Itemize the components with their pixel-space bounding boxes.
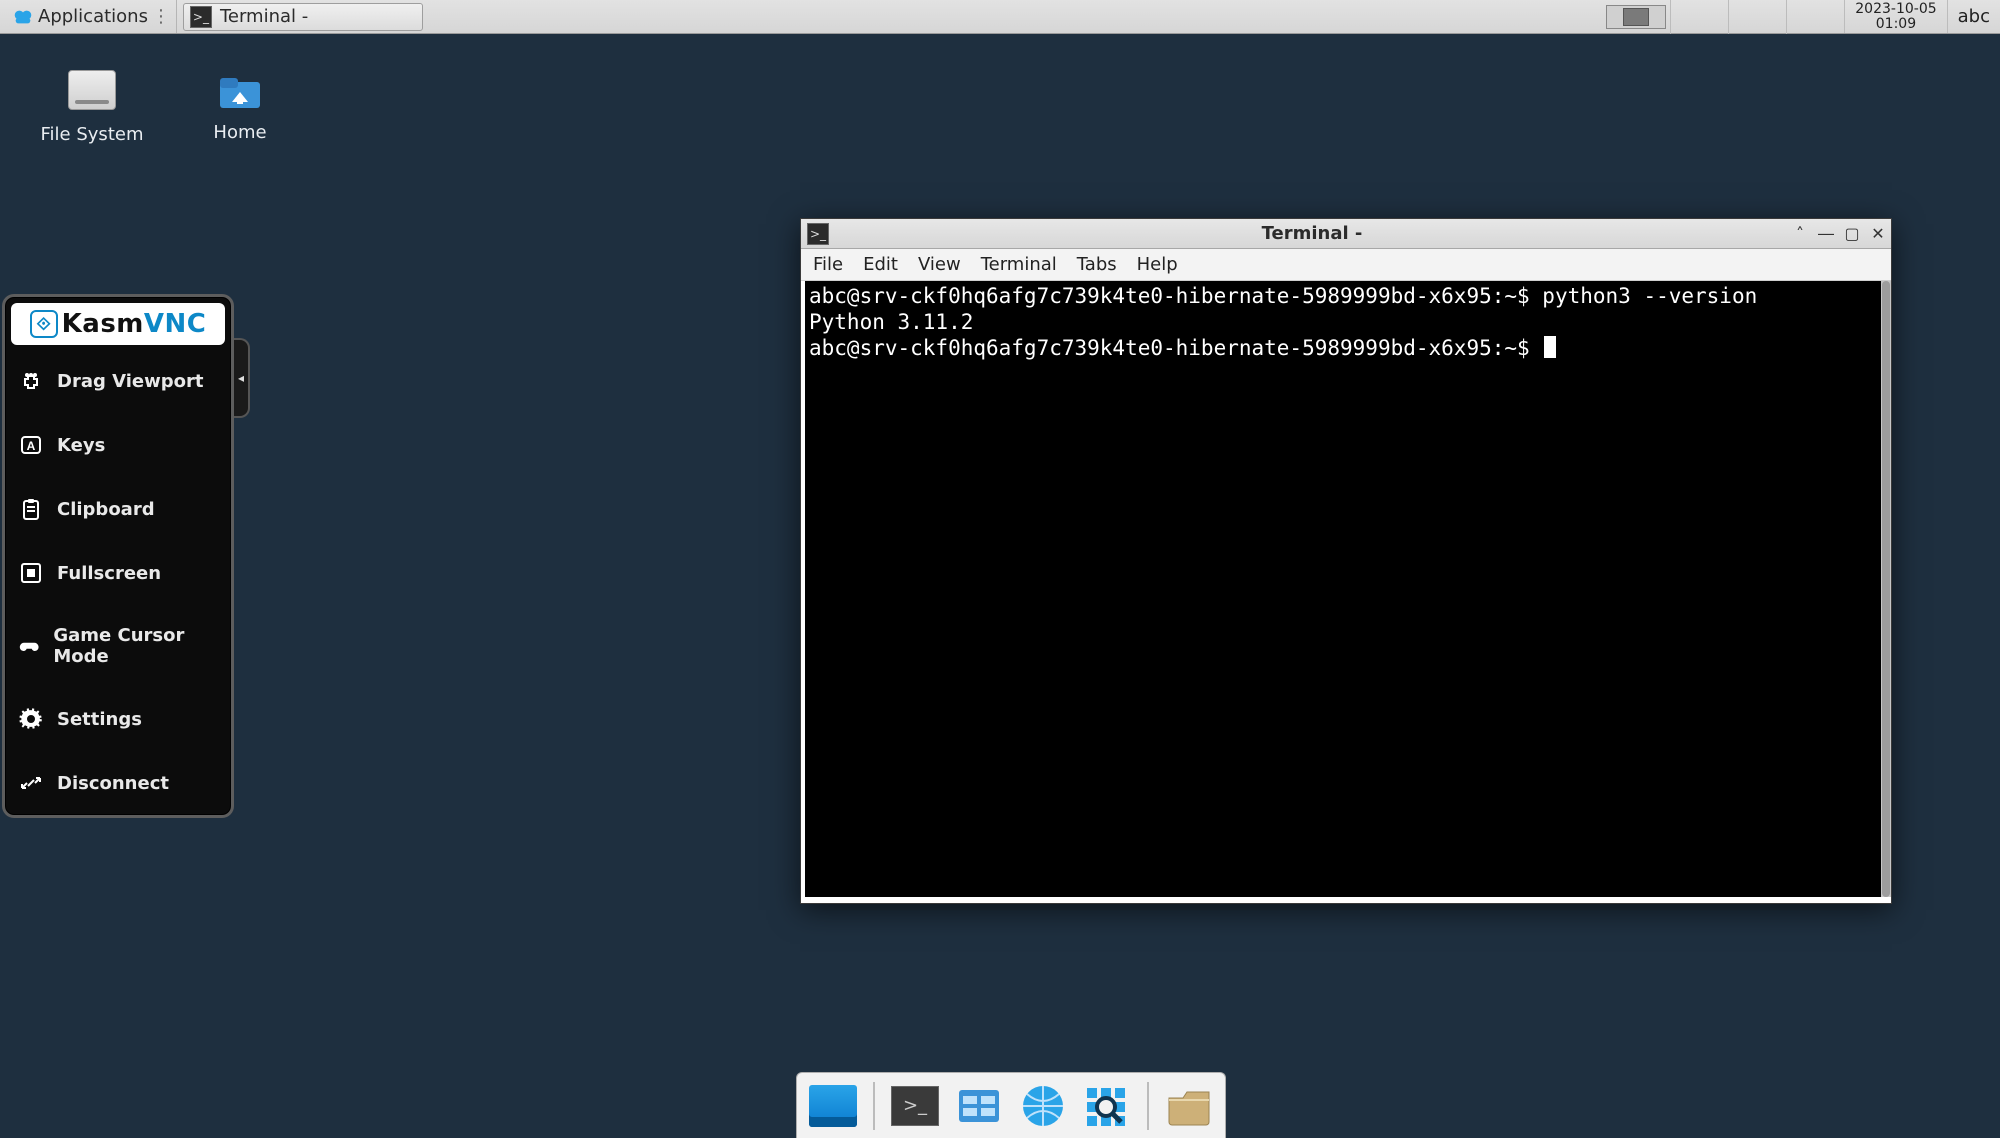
desktop-icon-label: Home [180,122,300,143]
kasm-item-label: Clipboard [57,499,155,520]
kasm-item-label: Game Cursor Mode [53,625,217,667]
kasm-item-clipboard[interactable]: Clipboard [5,477,231,541]
taskbar-clock[interactable]: 2023-10-05 01:09 [1844,0,1946,33]
terminal-window: >_ Terminal - ˄ ― ▢ ✕ File Edit View Ter… [800,218,1892,904]
xfce-logo-icon [12,6,34,28]
applications-menu-button[interactable]: Applications ⋮ [0,0,177,33]
terminal-icon: >_ [190,6,212,28]
tray-slot-1 [1670,0,1728,34]
file-manager-icon [955,1084,1003,1128]
dock-separator [1147,1082,1149,1130]
drive-icon [68,70,116,110]
kasm-item-keys[interactable]: A Keys [5,413,231,477]
kasm-panel-toggle[interactable]: ◂ [234,338,250,418]
tray-slot-2 [1728,0,1786,34]
terminal-line: abc@srv-ckf0hq6afg7c739k4te0-hibernate-5… [809,335,1881,361]
terminal-icon: >_ [891,1086,939,1126]
maximize-icon: ▢ [1844,224,1859,243]
taskbar-task-label: Terminal - [220,6,308,27]
terminal-menubar: File Edit View Terminal Tabs Help [801,249,1891,281]
terminal-line: Python 3.11.2 [809,309,1881,335]
menu-edit[interactable]: Edit [863,254,898,275]
gamepad-icon [19,634,39,658]
desktop-icon-label: File System [32,124,152,145]
menu-terminal[interactable]: Terminal [981,254,1057,275]
terminal-scrollbar[interactable] [1881,281,1891,897]
screen-icon [1623,8,1649,26]
svg-text:A: A [27,439,36,453]
clock-time: 01:09 [1855,17,1936,32]
dock-file-manager[interactable] [953,1082,1005,1130]
menu-tabs[interactable]: Tabs [1077,254,1117,275]
desktop-icon-home[interactable]: Home [180,68,300,143]
kasm-item-game-cursor[interactable]: Game Cursor Mode [5,605,231,687]
globe-icon [1019,1084,1067,1128]
kasm-item-drag-viewport[interactable]: Drag Viewport [5,349,231,413]
kasm-item-fullscreen[interactable]: Fullscreen [5,541,231,605]
kasm-badge-icon: ⟐ [30,310,58,338]
fullscreen-icon [19,561,43,585]
minimize-icon: ― [1818,224,1834,243]
chevron-left-icon: ◂ [238,371,244,385]
clock-date: 2023-10-05 [1855,2,1936,17]
menu-view[interactable]: View [918,254,961,275]
dock-separator [873,1082,875,1130]
bottom-dock: >_ [796,1072,1226,1138]
kasm-item-label: Keys [57,435,105,456]
dock-files-folder[interactable] [1163,1082,1215,1130]
show-desktop-icon [809,1085,857,1127]
gear-icon [19,707,43,731]
disconnect-icon [19,771,43,795]
terminal-cursor [1544,336,1556,358]
chevron-down-icon: ⋮ [152,6,170,27]
clipboard-icon [19,497,43,521]
terminal-icon: >_ [807,223,829,245]
close-icon: ✕ [1871,224,1884,243]
desktop-icon-filesystem[interactable]: File System [32,70,152,145]
dock-show-desktop[interactable] [807,1082,859,1130]
window-minimize-button[interactable]: ― [1813,223,1839,245]
window-close-button[interactable]: ✕ [1865,223,1891,245]
terminal-window-title: Terminal - [837,223,1787,244]
kasmvnc-side-panel: ⟐ KasmVNC Drag Viewport A Keys Clipboard… [2,294,234,818]
kasm-item-disconnect[interactable]: Disconnect [5,751,231,815]
kasmvnc-logo: ⟐ KasmVNC [11,303,225,345]
taskbar-user-button[interactable]: abc [1947,0,2000,33]
folder-icon [1165,1084,1213,1128]
scrollbar-thumb[interactable] [1882,281,1890,897]
top-taskbar: Applications ⋮ >_ Terminal - 2023-10-05 … [0,0,2000,34]
dock-terminal[interactable]: >_ [889,1082,941,1130]
window-shade-button[interactable]: ˄ [1787,223,1813,245]
kasm-brand-main: Kasm [62,309,144,339]
terminal-body[interactable]: abc@srv-ckf0hq6afg7c739k4te0-hibernate-5… [805,281,1885,897]
kasm-item-label: Drag Viewport [57,371,203,392]
kasm-brand-sub: VNC [144,309,206,339]
taskbar-username: abc [1958,6,1990,27]
search-apps-icon [1083,1084,1131,1128]
menu-file[interactable]: File [813,254,843,275]
dock-web-browser[interactable] [1017,1082,1069,1130]
chevron-up-icon: ˄ [1796,224,1804,243]
keyboard-key-icon: A [19,433,43,457]
kasm-item-settings[interactable]: Settings [5,687,231,751]
kasm-brand-text: KasmVNC [62,309,207,339]
kasm-item-label: Disconnect [57,773,169,794]
applications-menu-label: Applications [38,6,148,27]
terminal-titlebar[interactable]: >_ Terminal - ˄ ― ▢ ✕ [801,219,1891,249]
menu-help[interactable]: Help [1137,254,1178,275]
terminal-prompt-text: abc@srv-ckf0hq6afg7c739k4te0-hibernate-5… [809,336,1542,360]
taskbar-task-terminal[interactable]: >_ Terminal - [183,3,423,31]
dock-search[interactable] [1081,1082,1133,1130]
home-folder-icon [216,68,264,108]
window-maximize-button[interactable]: ▢ [1839,223,1865,245]
tray-slot-3 [1786,0,1844,34]
terminal-line: abc@srv-ckf0hq6afg7c739k4te0-hibernate-5… [809,283,1881,309]
drag-icon [19,369,43,393]
kasm-item-label: Settings [57,709,142,730]
kasm-item-label: Fullscreen [57,563,161,584]
tray-workspace-switcher[interactable] [1606,5,1666,29]
